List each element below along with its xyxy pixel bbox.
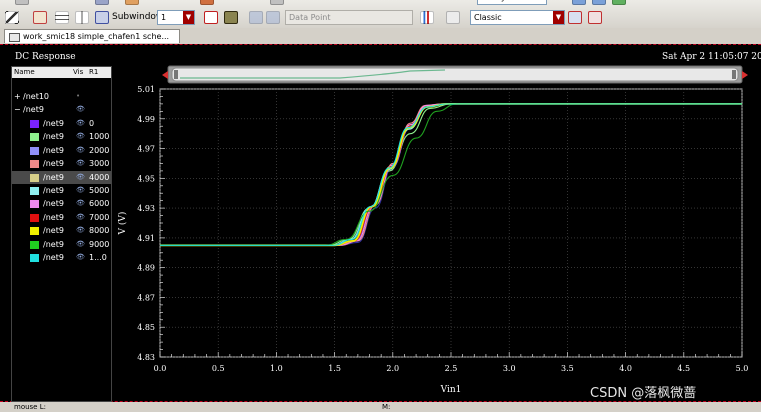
- y-tick-labels: 5.01 4.99 4.97 4.95 4.93 4.91 4.89 4.87 4.85 4.83: [137, 85, 155, 362]
- horizontal-scroller[interactable]: [162, 65, 748, 84]
- y-tick-label: 4.95: [137, 174, 155, 183]
- y-tick-label: 4.97: [137, 145, 155, 154]
- y-tick-label: 4.91: [137, 234, 155, 243]
- scroller-left-handle[interactable]: [174, 70, 178, 79]
- scroller-right-handle[interactable]: [732, 70, 736, 79]
- y-tick-label: 4.93: [137, 204, 155, 213]
- plot-area[interactable]: [159, 88, 743, 358]
- x-tick-label: 2.5: [445, 364, 458, 373]
- x-tick-label: 3.0: [503, 364, 516, 373]
- x-tick-labels: 0.0 0.5 1.0 1.5 2.0 2.5 3.0 3.5 4.0 4.5 5.0: [154, 364, 749, 373]
- x-tick-label: 0.5: [212, 364, 225, 373]
- watermark: CSDN @落枫微蔷: [590, 386, 697, 401]
- dc-response-plot[interactable]: 0.0 0.5 1.0 1.5 2.0 2.5 3.0 3.5 4.0 4.5 5.0 5.01 4.…: [0, 0, 761, 412]
- scroller-thumb[interactable]: [171, 67, 739, 82]
- x-tick-label: 0.0: [154, 364, 167, 373]
- y-tick-label: 5.01: [137, 85, 155, 94]
- x-tick-label: 2.0: [386, 364, 399, 373]
- y-tick-label: 4.89: [137, 264, 155, 273]
- y-tick-label: 4.85: [137, 323, 155, 332]
- x-tick-label: 4.5: [677, 364, 690, 373]
- y-tick-label: 4.87: [137, 293, 155, 302]
- y-axis-label: V (V): [117, 212, 128, 236]
- x-tick-label: 1.0: [270, 364, 283, 373]
- scroller-right-arrow-icon[interactable]: [742, 71, 748, 79]
- x-tick-label: 3.5: [561, 364, 574, 373]
- x-tick-label: 5.0: [736, 364, 749, 373]
- x-tick-label: 4.0: [619, 364, 632, 373]
- y-tick-label: 4.99: [137, 115, 155, 124]
- y-tick-label: 4.83: [137, 353, 155, 362]
- x-tick-label: 1.5: [328, 364, 341, 373]
- x-axis-label: Vin1: [440, 385, 462, 395]
- scroller-left-arrow-icon[interactable]: [162, 71, 168, 79]
